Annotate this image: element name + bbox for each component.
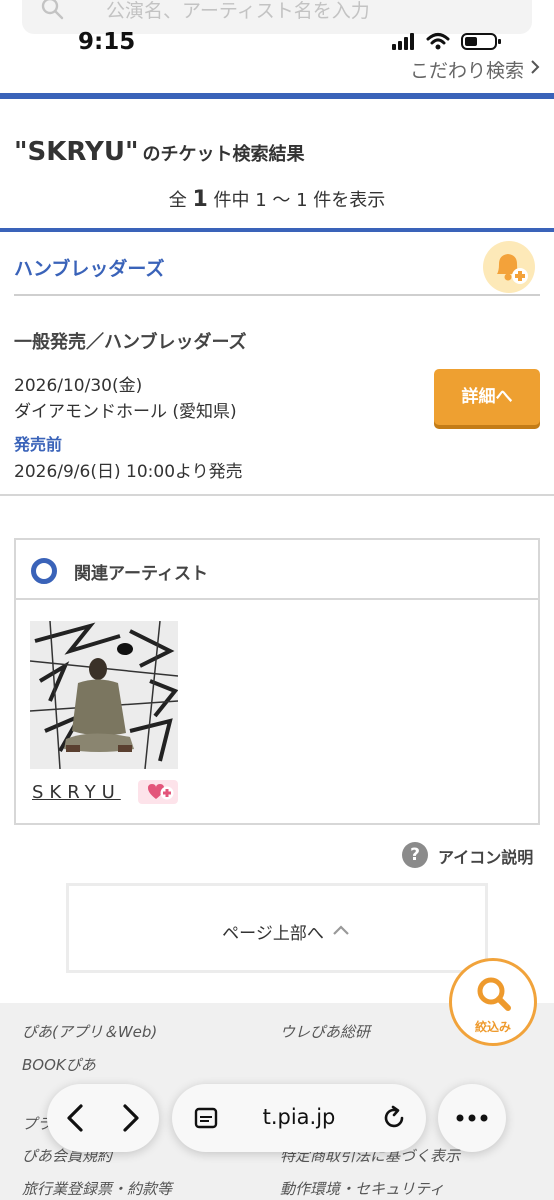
icon-help-label: アイコン説明 xyxy=(438,848,534,867)
circle-icon xyxy=(31,558,57,584)
venue: ダイアモンドホール (愛知県) xyxy=(14,402,237,422)
advanced-search-link[interactable]: こだわり検索 xyxy=(410,56,524,83)
top-bar: 公演名、アーティスト名を入力 9:15 こだわり検索 xyxy=(0,0,554,95)
footer-link[interactable]: ウレぴあ総研 xyxy=(280,1021,370,1042)
reload-icon[interactable] xyxy=(380,1104,408,1132)
artist-name-link[interactable]: SKRYU xyxy=(32,782,121,803)
page-top-button[interactable]: ページ上部へ xyxy=(66,883,488,973)
related-artists-label: 関連アーティスト xyxy=(74,564,208,584)
filter-button[interactable]: 絞込み xyxy=(449,958,537,1046)
header-divider xyxy=(0,93,554,99)
browser-nav xyxy=(47,1084,159,1152)
question-icon: ? xyxy=(402,842,428,868)
search-icon xyxy=(41,0,64,20)
wifi-icon xyxy=(426,33,450,50)
search-placeholder: 公演名、アーティスト名を入力 xyxy=(106,0,370,22)
more-icon xyxy=(456,1114,488,1122)
count-suffix: 件中 1 〜 1 件を表示 xyxy=(213,190,386,211)
related-artists-header: 関連アーティスト xyxy=(16,540,538,600)
count-prefix: 全 xyxy=(168,190,187,211)
status-time: 9:15 xyxy=(78,29,136,55)
troupe-link[interactable]: ハンブレッダーズ xyxy=(14,254,164,281)
filter-label: 絞込み xyxy=(474,1020,511,1034)
results-divider xyxy=(0,228,554,232)
performance-date: 2026/10/30(金) xyxy=(14,376,143,396)
divider xyxy=(0,494,554,496)
sale-status: 発売前 xyxy=(14,435,63,454)
page-title: "SKRYU" のチケット検索結果 xyxy=(14,137,305,167)
sale-date: 2026/9/6(日) 10:00より発売 xyxy=(14,462,243,482)
divider xyxy=(14,294,540,296)
status-icons xyxy=(392,33,501,50)
artist-photo-image xyxy=(30,621,178,769)
back-button[interactable] xyxy=(47,1084,103,1152)
favorite-alert-button[interactable] xyxy=(483,241,535,293)
chevron-right-icon xyxy=(531,60,540,74)
detail-button[interactable]: 詳細へ xyxy=(434,369,540,425)
icon-help-link[interactable]: ? アイコン説明 xyxy=(402,842,542,870)
result-count: 全 1 件中 1 〜 1 件を表示 xyxy=(0,186,554,212)
count-total: 1 xyxy=(192,187,208,212)
favorite-artist-button[interactable] xyxy=(138,780,178,808)
footer-link[interactable]: BOOKぴあ xyxy=(22,1054,96,1075)
forward-button[interactable] xyxy=(103,1084,159,1152)
bell-plus-icon xyxy=(497,254,528,284)
sale-type: 一般発売／ハンブレッダーズ xyxy=(14,332,247,353)
signal-icon xyxy=(392,33,414,50)
page-top-label: ページ上部へ xyxy=(222,924,324,944)
search-icon xyxy=(477,977,511,1011)
related-artists-panel: 関連アーティスト SKRYU xyxy=(14,538,540,825)
query-text: "SKRYU" xyxy=(14,137,139,167)
footer-link[interactable]: 旅行業登録票・約款等 xyxy=(22,1178,172,1199)
title-suffix: のチケット検索結果 xyxy=(142,144,305,165)
chevron-up-icon xyxy=(333,925,349,935)
battery-icon xyxy=(461,33,501,50)
footer-link[interactable]: ぴあ(アプリ＆Web) xyxy=(22,1021,157,1042)
address-bar[interactable]: t.pia.jp xyxy=(172,1084,426,1152)
heart-plus-icon xyxy=(138,780,178,804)
artist-photo[interactable] xyxy=(30,621,178,769)
footer-link[interactable]: 動作環境・セキュリティ xyxy=(280,1178,444,1199)
more-menu-button[interactable] xyxy=(438,1084,506,1152)
